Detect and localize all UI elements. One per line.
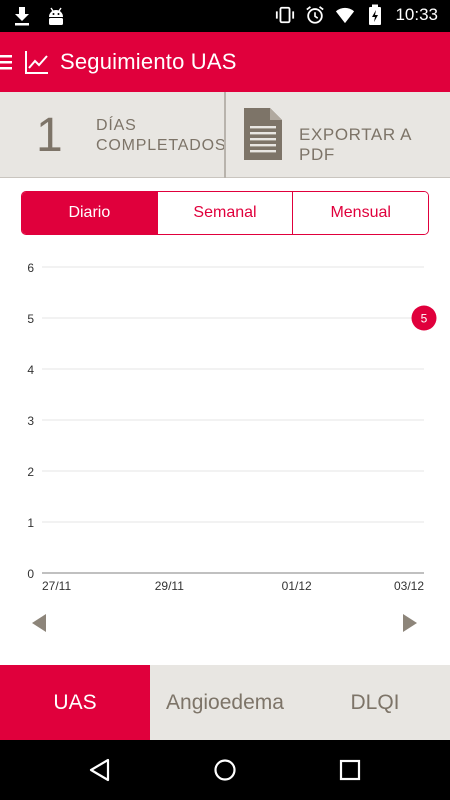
y-tick-label: 4 (27, 363, 34, 377)
days-label-line1: DÍAS (96, 117, 137, 134)
uas-chart: 0 1 2 3 4 5 6 27/11 29/11 01/12 03/12 5 (0, 250, 450, 600)
navigation-bar (0, 740, 450, 800)
menu-button[interactable] (0, 32, 16, 92)
bottom-tabs: UAS Angioedema DLQI (0, 665, 450, 740)
x-tick-label: 01/12 (282, 579, 312, 593)
tab-diario[interactable]: Diario (22, 192, 157, 234)
y-tick-label: 3 (27, 414, 34, 428)
tab-dlqi[interactable]: DLQI (300, 665, 450, 740)
chevron-right-icon[interactable] (402, 613, 418, 633)
tab-uas[interactable]: UAS (0, 665, 150, 740)
app-screen: 10:33 Seguimiento UAS 1 DÍAS COMPLETADOS (0, 0, 450, 800)
home-icon[interactable] (213, 758, 237, 782)
status-bar: 10:33 (0, 0, 450, 32)
tab-mensual[interactable]: Mensual (292, 192, 428, 234)
completed-days-count: 1 (36, 109, 63, 162)
summary-bar: 1 DÍAS COMPLETADOS EXPORTAR A PDF (0, 92, 450, 178)
y-tick-label: 5 (27, 312, 34, 326)
chevron-left-icon[interactable] (31, 613, 47, 633)
download-icon (15, 7, 29, 26)
clock-time: 10:33 (395, 5, 438, 24)
hamburger-icon (0, 55, 12, 70)
days-label-line2: COMPLETADOS (96, 137, 227, 154)
chart-svg: 0 1 2 3 4 5 6 27/11 29/11 01/12 03/12 5 (27, 261, 437, 593)
period-selector: Diario Semanal Mensual (21, 191, 429, 235)
vibrate-icon (276, 6, 295, 24)
tab-semanal[interactable]: Semanal (156, 192, 293, 234)
tab-angioedema[interactable]: Angioedema (150, 665, 300, 740)
recents-icon[interactable] (338, 758, 362, 782)
completed-days-label: DÍAS COMPLETADOS (96, 116, 226, 156)
export-pdf-button[interactable]: EXPORTAR A PDF (299, 125, 450, 165)
document-icon[interactable] (244, 108, 282, 160)
data-point-label: 5 (421, 312, 428, 326)
alarm-icon (306, 6, 325, 24)
android-icon (49, 7, 63, 25)
y-tick-label: 1 (27, 516, 34, 530)
back-icon[interactable] (88, 758, 112, 782)
x-tick-label: 03/12 (394, 579, 424, 593)
wifi-icon (336, 7, 355, 24)
y-tick-label: 6 (27, 261, 34, 275)
y-tick-label: 0 (27, 567, 34, 581)
summary-divider (224, 92, 226, 178)
x-tick-label: 27/11 (42, 579, 71, 593)
y-tick-label: 2 (27, 465, 34, 479)
battery-charging-icon (369, 4, 382, 25)
app-bar: Seguimiento UAS (0, 32, 450, 92)
chart-line-icon (25, 51, 48, 74)
page-title: Seguimiento UAS (60, 49, 237, 74)
x-tick-label: 29/11 (155, 579, 184, 593)
